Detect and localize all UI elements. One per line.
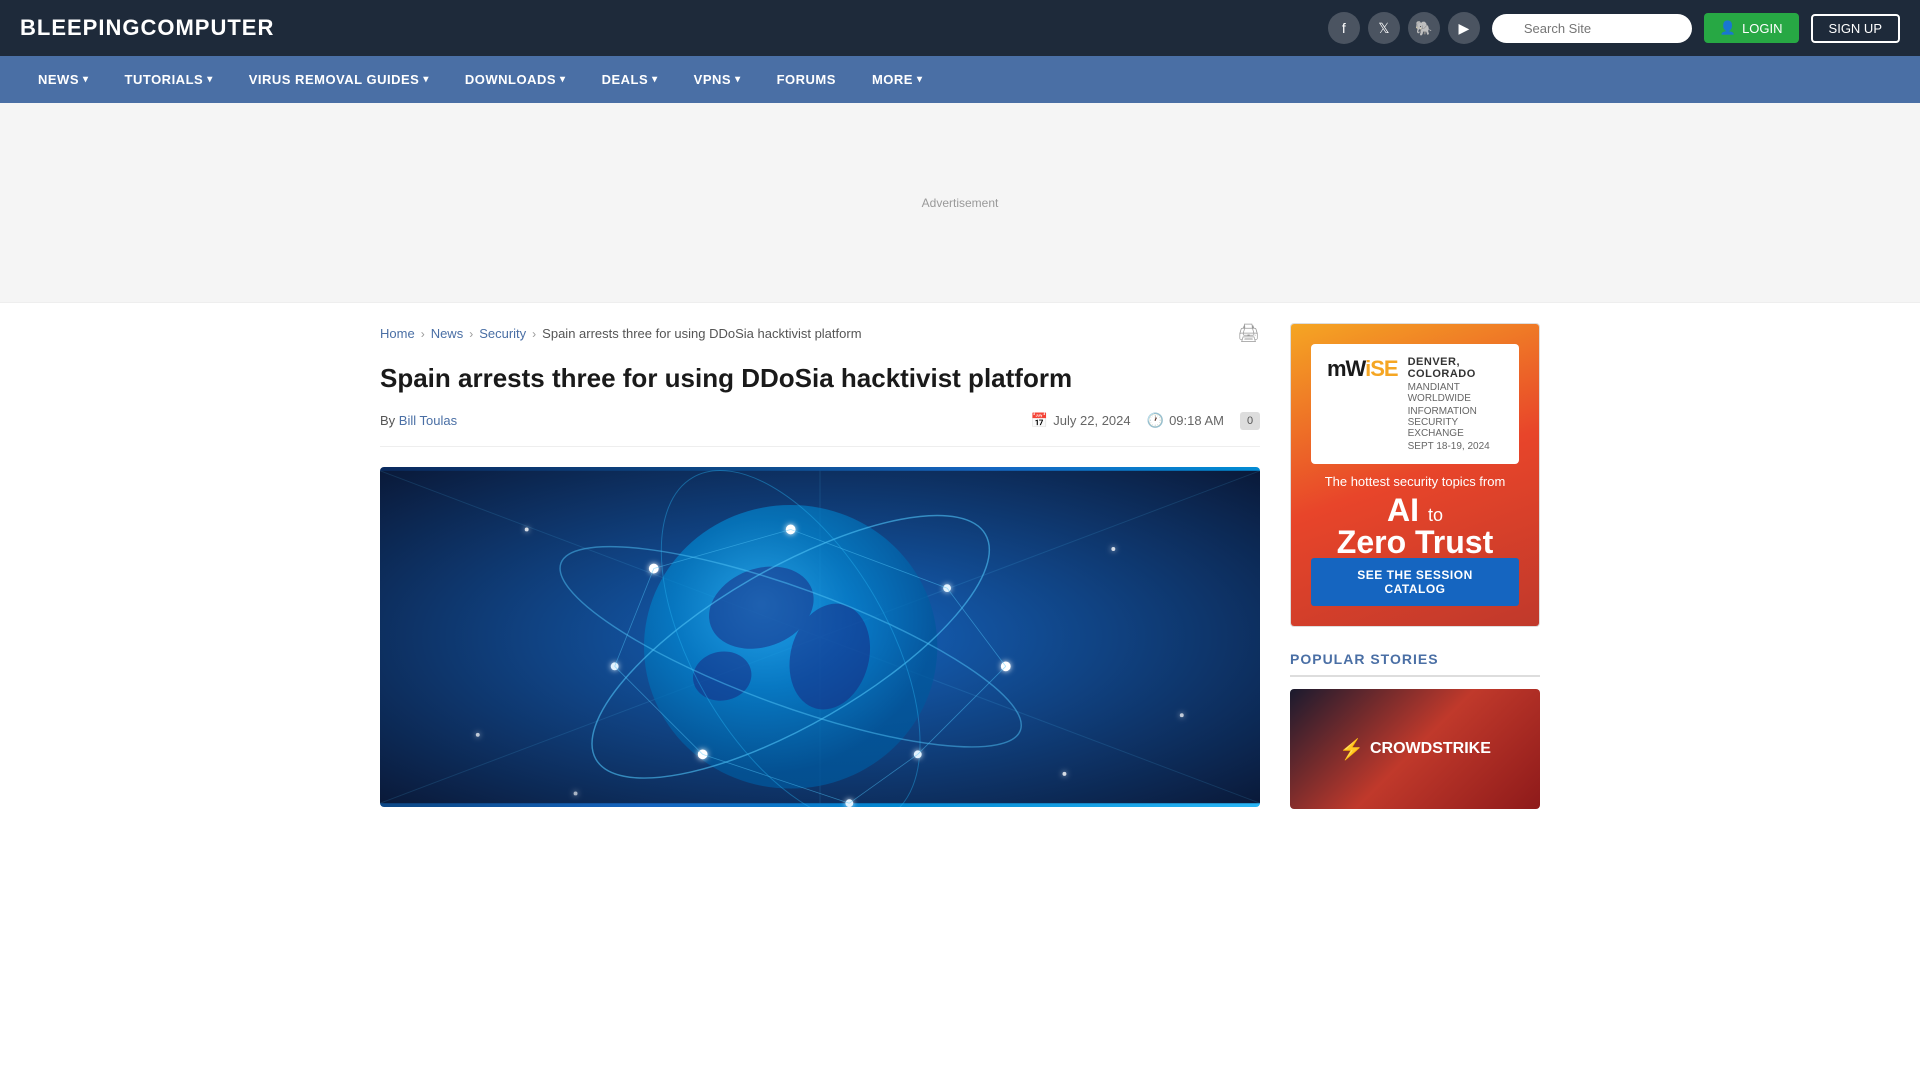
ad-cta-button[interactable]: SEE THE SESSION CATALOG bbox=[1311, 558, 1519, 606]
popular-stories-title: POPULAR STORIES bbox=[1290, 651, 1540, 677]
logo-ise: iSE bbox=[1365, 356, 1397, 381]
main-container: Home › News › Security › Spain arrests t… bbox=[360, 303, 1560, 829]
breadcrumb-separator-3: › bbox=[532, 327, 536, 341]
author-link[interactable]: Bill Toulas bbox=[399, 413, 457, 428]
chevron-down-icon: ▾ bbox=[83, 74, 89, 85]
chevron-down-icon: ▾ bbox=[735, 74, 741, 85]
ad-placeholder-text: Advertisement bbox=[922, 196, 999, 210]
calendar-icon: 📅 bbox=[1031, 412, 1048, 429]
search-wrapper: 🔍 bbox=[1492, 14, 1692, 43]
logo-mw: mW bbox=[1327, 356, 1365, 381]
nav-item-deals[interactable]: DEALS ▾ bbox=[584, 56, 676, 103]
event-subtitle: INFORMATION SECURITY EXCHANGE bbox=[1408, 406, 1503, 439]
ad-event-info: DENVER, COLORADO MANDIANT WORLDWIDE INFO… bbox=[1408, 356, 1503, 452]
logo-text-bold: COMPUTER bbox=[140, 15, 274, 40]
sidebar-ad: mWiSE DENVER, COLORADO MANDIANT WORLDWID… bbox=[1290, 323, 1540, 627]
breadcrumb-current: Spain arrests three for using DDoSia hac… bbox=[542, 326, 861, 341]
popular-story-image[interactable]: ⚡ CROWDSTRIKE bbox=[1290, 689, 1540, 809]
site-logo[interactable]: BLEEPINGCOMPUTER bbox=[20, 15, 274, 41]
nav-item-tutorials[interactable]: TUTORIALS ▾ bbox=[107, 56, 231, 103]
ad-big-text: AI to Zero Trust bbox=[1337, 494, 1493, 558]
author-prefix: By bbox=[380, 413, 395, 428]
ad-ai-text: AI bbox=[1387, 492, 1419, 528]
chevron-down-icon: ▾ bbox=[423, 74, 429, 85]
site-header: BLEEPINGCOMPUTER f 𝕏 🐘 ▶ 🔍 👤 LOGIN SIGN … bbox=[0, 0, 1920, 56]
article-date: 📅 July 22, 2024 bbox=[1031, 412, 1131, 429]
sidebar: mWiSE DENVER, COLORADO MANDIANT WORLDWID… bbox=[1290, 323, 1540, 809]
breadcrumb-home[interactable]: Home bbox=[380, 326, 415, 341]
nav-item-news[interactable]: NEWS ▾ bbox=[20, 56, 107, 103]
crowdstrike-text: CROWDSTRIKE bbox=[1370, 740, 1491, 758]
breadcrumb-separator-2: › bbox=[469, 327, 473, 341]
ad-tagline: The hottest security topics from bbox=[1325, 464, 1506, 494]
popular-stories: POPULAR STORIES ⚡ CROWDSTRIKE bbox=[1290, 651, 1540, 809]
facebook-icon[interactable]: f bbox=[1328, 12, 1360, 44]
mwise-logo: mWiSE bbox=[1327, 356, 1398, 382]
nav-item-forums[interactable]: FORUMS bbox=[759, 56, 854, 103]
header-right: f 𝕏 🐘 ▶ 🔍 👤 LOGIN SIGN UP bbox=[1328, 12, 1900, 44]
comment-count[interactable]: 0 bbox=[1240, 412, 1260, 430]
nav-item-more[interactable]: MORE ▾ bbox=[854, 56, 941, 103]
logo-text-plain: BLEEPING bbox=[20, 15, 140, 40]
date-value: July 22, 2024 bbox=[1053, 413, 1130, 428]
login-button[interactable]: 👤 LOGIN bbox=[1704, 13, 1799, 43]
crowdstrike-logo: ⚡ CROWDSTRIKE bbox=[1339, 737, 1491, 762]
nav-item-vpns[interactable]: VPNS ▾ bbox=[676, 56, 759, 103]
event-company: MANDIANT WORLDWIDE bbox=[1408, 382, 1503, 404]
comment-number: 0 bbox=[1247, 415, 1253, 427]
ad-zerotrust-text: Zero Trust bbox=[1337, 524, 1493, 560]
search-input[interactable] bbox=[1492, 14, 1692, 43]
article-meta: By Bill Toulas 📅 July 22, 2024 🕐 09:18 A… bbox=[380, 412, 1260, 447]
print-icon[interactable]: 🖨 bbox=[1237, 323, 1260, 344]
chevron-down-icon: ▾ bbox=[917, 74, 923, 85]
breadcrumb-security[interactable]: Security bbox=[479, 326, 526, 341]
chevron-down-icon: ▾ bbox=[207, 74, 213, 85]
article-title: Spain arrests three for using DDoSia hac… bbox=[380, 362, 1260, 396]
content-area: Home › News › Security › Spain arrests t… bbox=[380, 323, 1260, 809]
article-time: 🕐 09:18 AM bbox=[1147, 412, 1224, 429]
time-value: 09:18 AM bbox=[1169, 413, 1224, 428]
nav-item-downloads[interactable]: DOWNLOADS ▾ bbox=[447, 56, 584, 103]
social-icons-group: f 𝕏 🐘 ▶ bbox=[1328, 12, 1480, 44]
clock-icon: 🕐 bbox=[1147, 412, 1164, 429]
chevron-down-icon: ▾ bbox=[652, 74, 658, 85]
article-hero-image bbox=[380, 467, 1260, 807]
mastodon-icon[interactable]: 🐘 bbox=[1408, 12, 1440, 44]
article-meta-right: 📅 July 22, 2024 🕐 09:18 AM 0 bbox=[1031, 412, 1260, 430]
ad-to-text: to bbox=[1428, 505, 1443, 525]
event-location: DENVER, COLORADO bbox=[1408, 356, 1503, 380]
nav-item-virus-removal[interactable]: VIRUS REMOVAL GUIDES ▾ bbox=[231, 56, 447, 103]
crowdstrike-icon: ⚡ bbox=[1339, 737, 1364, 762]
event-dates: SEPT 18-19, 2024 bbox=[1408, 441, 1503, 452]
breadcrumb-news[interactable]: News bbox=[431, 326, 464, 341]
ad-logo-section: mWiSE DENVER, COLORADO MANDIANT WORLDWID… bbox=[1311, 344, 1519, 464]
comment-bubble: 0 bbox=[1240, 412, 1260, 430]
ad-banner: Advertisement bbox=[0, 103, 1920, 303]
main-nav: NEWS ▾ TUTORIALS ▾ VIRUS REMOVAL GUIDES … bbox=[0, 56, 1920, 103]
user-icon: 👤 bbox=[1720, 20, 1736, 36]
chevron-down-icon: ▾ bbox=[560, 74, 566, 85]
signup-button[interactable]: SIGN UP bbox=[1811, 14, 1900, 43]
youtube-icon[interactable]: ▶ bbox=[1448, 12, 1480, 44]
breadcrumb: Home › News › Security › Spain arrests t… bbox=[380, 323, 1260, 344]
breadcrumb-links: Home › News › Security › Spain arrests t… bbox=[380, 326, 862, 341]
breadcrumb-separator-1: › bbox=[421, 327, 425, 341]
sidebar-ad-inner: mWiSE DENVER, COLORADO MANDIANT WORLDWID… bbox=[1291, 324, 1539, 626]
article-author: By Bill Toulas bbox=[380, 413, 457, 428]
twitter-icon[interactable]: 𝕏 bbox=[1368, 12, 1400, 44]
